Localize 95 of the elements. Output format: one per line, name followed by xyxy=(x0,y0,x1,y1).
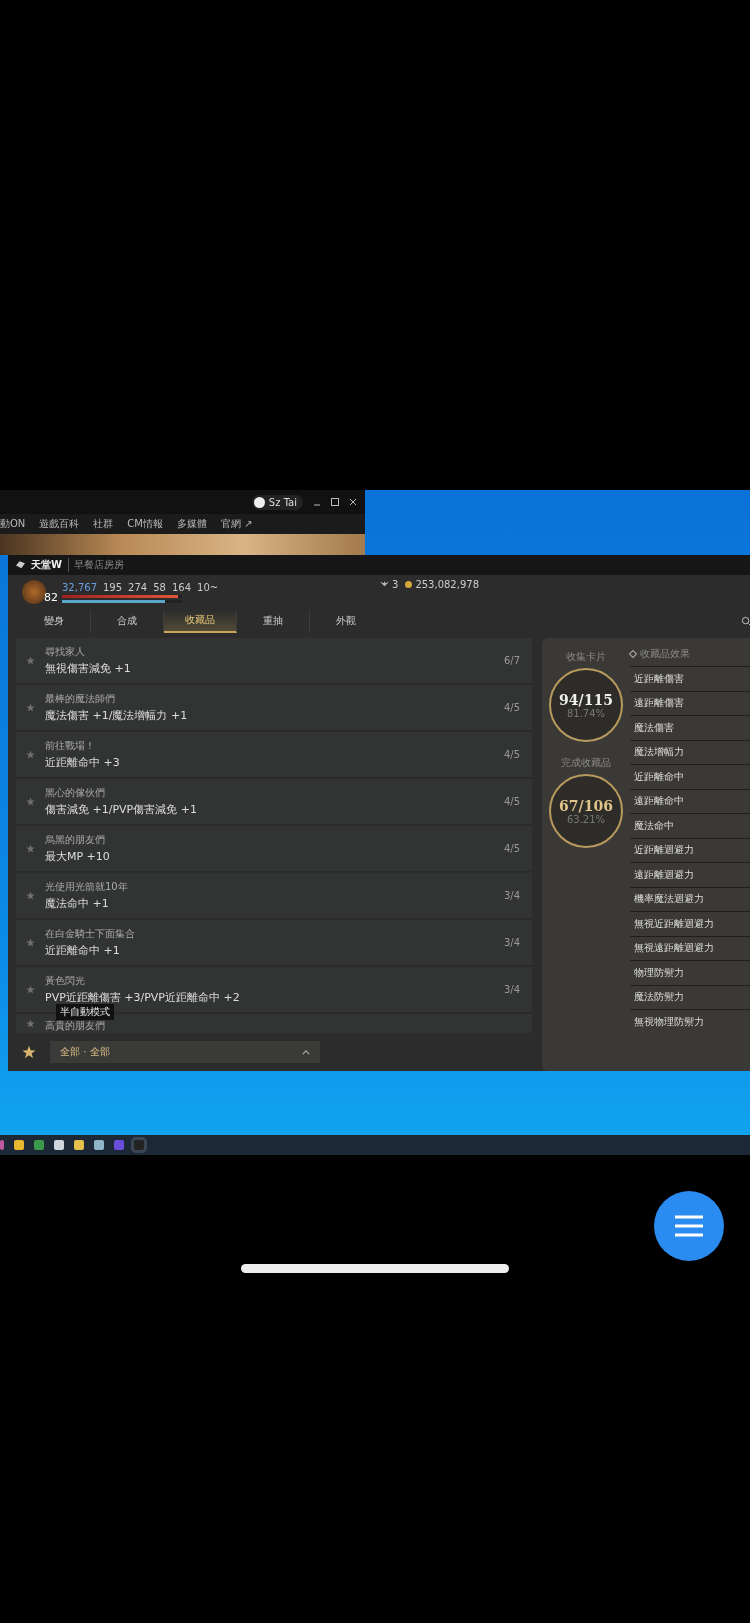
star-icon[interactable] xyxy=(26,750,35,759)
effect-item[interactable]: 魔法增幅力 xyxy=(630,739,750,764)
progress-count: 4/5 xyxy=(503,843,520,854)
progress-count: 4/5 xyxy=(503,796,520,807)
progress-count: 4/5 xyxy=(503,702,520,713)
maximize-icon[interactable] xyxy=(331,498,339,506)
star-icon[interactable] xyxy=(22,1045,36,1059)
collection-effect: 近距離命中 +1 xyxy=(45,943,121,958)
tab[interactable]: 變身 xyxy=(18,609,91,633)
star-icon[interactable] xyxy=(26,1019,35,1028)
close-icon[interactable] xyxy=(349,498,357,506)
coin-icon xyxy=(405,580,413,588)
progress-count: 3/4 xyxy=(503,890,520,901)
stat-value: 58 xyxy=(153,581,166,593)
collection-effect: 傷害減免 +1/PVP傷害減免 +1 xyxy=(45,802,198,817)
collection-name: 在白金騎士下面集合 xyxy=(45,927,136,941)
star-icon[interactable] xyxy=(26,703,35,712)
effect-item[interactable]: 無視近距離迴避力 xyxy=(630,911,750,936)
caret-icon xyxy=(302,1049,310,1055)
collection-name: 最棒的魔法師們 xyxy=(45,692,116,706)
collection-row[interactable]: 最棒的魔法師們 魔法傷害 +1/魔法增幅力 +1 4/5 xyxy=(16,685,532,731)
tab[interactable]: 外觀 xyxy=(310,609,382,633)
collection-effect: 近距離命中 +3 xyxy=(45,755,121,770)
search-icon[interactable] xyxy=(741,615,750,627)
collection-name: 黑心的傢伙們 xyxy=(45,786,106,800)
stat-value: 164 xyxy=(171,581,191,593)
collection-name: 烏黑的朋友們 xyxy=(45,833,106,847)
currency-amount: 253,082,978 xyxy=(415,578,479,590)
effect-item[interactable]: 魔法命中 xyxy=(630,813,750,838)
tooltip: 半自動模式 xyxy=(56,1004,114,1020)
collection-effect: 魔法傷害 +1/魔法增幅力 +1 xyxy=(45,708,189,723)
effect-item[interactable]: 遠距離傷害 xyxy=(630,690,750,715)
user-button[interactable]: Sz Tai xyxy=(251,494,303,510)
nav-link[interactable]: 社群 xyxy=(93,517,114,531)
effect-item[interactable]: 遠距離命中 xyxy=(630,788,750,813)
effect-item[interactable]: 近距離傷害 xyxy=(630,666,750,691)
collection-effect: 魔法命中 +1 xyxy=(45,896,110,911)
collection-effect: 最大MP +10 xyxy=(45,849,111,864)
tab[interactable]: 收藏品 xyxy=(164,609,237,633)
stat-value: 32,767 xyxy=(62,581,97,593)
stat-value: 195 xyxy=(103,581,123,593)
collection-row[interactable]: 光使用光箭就10年 魔法命中 +1 3/4 xyxy=(16,873,532,919)
window-title: 天堂W xyxy=(31,557,63,572)
effect-item[interactable]: 魔法傷害 xyxy=(630,715,750,740)
effect-item[interactable]: 物理防禦力 xyxy=(630,960,750,985)
tab[interactable]: 合成 xyxy=(91,609,164,633)
tab[interactable]: 重抽 xyxy=(237,609,310,633)
menu-icon xyxy=(673,1215,705,1237)
collection-row[interactable]: 在白金騎士下面集合 近距離命中 +1 3/4 xyxy=(16,920,532,966)
filter-dropdown[interactable]: 全部 · 全部 xyxy=(50,1041,320,1063)
collection-row[interactable]: 黑心的傢伙們 傷害減免 +1/PVP傷害減免 +1 4/5 xyxy=(16,779,532,825)
server-name: 早餐店房房 xyxy=(68,557,125,572)
collection-name: 光使用光箭就10年 xyxy=(45,880,129,894)
nav-link[interactable]: 多媒體 xyxy=(177,517,207,531)
star-icon[interactable] xyxy=(26,797,35,806)
effects-title: 收藏品效果 xyxy=(640,647,690,661)
progress-count: 6/7 xyxy=(503,655,520,666)
star-icon[interactable] xyxy=(26,891,35,900)
app-logo-icon xyxy=(16,561,25,569)
nav-link[interactable]: 動ON xyxy=(0,517,26,531)
nav-link[interactable]: CM情報 xyxy=(127,517,163,531)
level-text: 82 xyxy=(44,590,58,604)
effect-item[interactable]: 機率魔法迴避力 xyxy=(630,886,750,911)
effect-item[interactable]: 無視遠距離迴避力 xyxy=(630,935,750,960)
collection-name: 高貴的朋友們 xyxy=(45,1019,106,1033)
progress-count: 3/4 xyxy=(503,937,520,948)
collection-name: 黃色閃光 xyxy=(45,974,86,988)
stat-value: 10~ xyxy=(197,581,219,593)
avatar xyxy=(22,580,46,605)
collection-effect: PVP近距離傷害 +3/PVP近距離命中 +2 xyxy=(45,990,241,1005)
effect-item[interactable]: 遠距離迴避力 xyxy=(630,862,750,887)
collection-row[interactable]: 前往戰場！ 近距離命中 +3 4/5 xyxy=(16,732,532,778)
effect-item[interactable]: 無視物理防禦力 xyxy=(630,1009,750,1034)
collection-effect: 無視傷害減免 +1 xyxy=(45,661,132,676)
summary-label: 收集卡片 xyxy=(566,650,606,664)
star-icon[interactable] xyxy=(26,938,35,947)
progress-count: 4/5 xyxy=(503,749,520,760)
collection-name: 尋找家人 xyxy=(45,645,86,659)
collection-row[interactable]: 烏黑的朋友們 最大MP +10 4/5 xyxy=(16,826,532,872)
summary-label: 完成收藏品 xyxy=(561,756,611,770)
star-icon[interactable] xyxy=(26,985,35,994)
progress-ring: 94/115 81.74% xyxy=(549,668,623,742)
stat-value: 274 xyxy=(128,581,148,593)
collection-name: 前往戰場！ xyxy=(45,739,96,753)
nav-link[interactable]: 遊戲百科 xyxy=(39,517,80,531)
effect-item[interactable]: 魔法防禦力 xyxy=(630,984,750,1009)
effect-item[interactable]: 近距離迴避力 xyxy=(630,837,750,862)
progress-count: 3/4 xyxy=(503,984,520,995)
collection-row[interactable]: 尋找家人 無視傷害減免 +1 6/7 xyxy=(16,638,532,684)
star-icon[interactable] xyxy=(26,656,35,665)
star-icon[interactable] xyxy=(26,844,35,853)
gem-count: 3 xyxy=(392,578,399,590)
nav-link[interactable]: 官網 ↗ xyxy=(221,517,253,531)
progress-ring: 67/106 63.21% xyxy=(549,774,623,848)
effect-item[interactable]: 近距離命中 xyxy=(630,764,750,789)
